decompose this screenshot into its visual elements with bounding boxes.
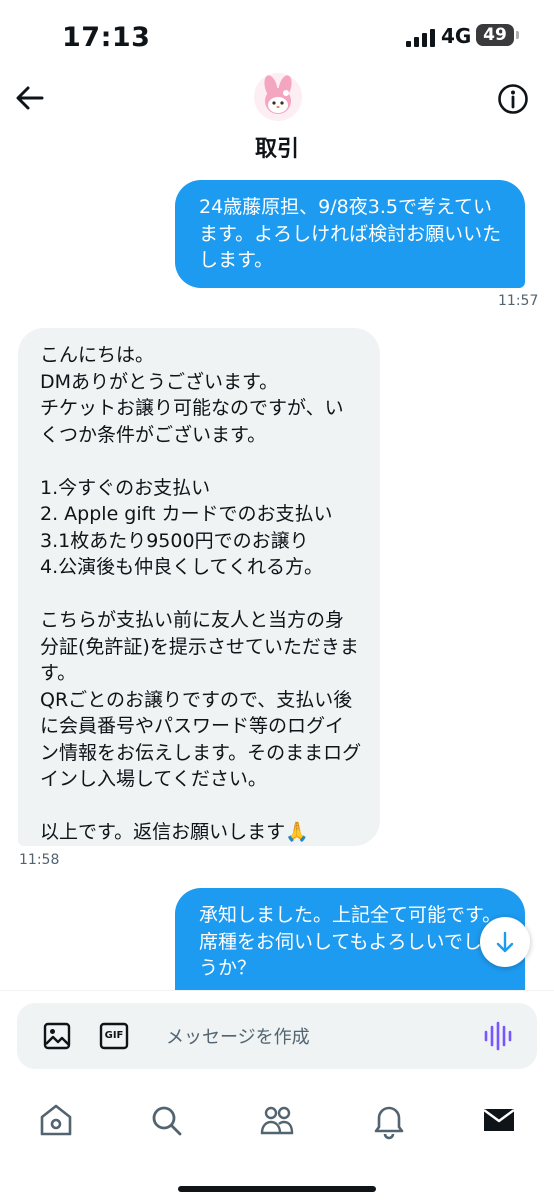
back-arrow-icon[interactable] bbox=[12, 80, 48, 116]
mail-icon[interactable] bbox=[479, 1100, 519, 1140]
network-type: 4G bbox=[441, 24, 472, 48]
conversation-title: 取引 bbox=[254, 137, 299, 162]
battery-level: 49 bbox=[483, 25, 507, 45]
scroll-down-button[interactable] bbox=[480, 917, 530, 967]
status-time: 17:13 bbox=[62, 22, 151, 53]
gif-label: GIF bbox=[104, 1030, 124, 1041]
communities-icon[interactable] bbox=[257, 1100, 297, 1140]
signal-icon bbox=[406, 29, 436, 47]
message-timestamp: 11:58 bbox=[19, 852, 60, 868]
message-input[interactable] bbox=[164, 1020, 468, 1054]
message-bubble-incoming[interactable]: こんにちは。 DMありがとうございます。 チケットお譲り可能なのですが、いくつか… bbox=[18, 328, 380, 846]
bottom-tab-bar bbox=[0, 1082, 554, 1200]
image-icon[interactable] bbox=[42, 1021, 72, 1051]
battery-tip bbox=[516, 31, 519, 39]
status-bar: 17:13 4G 49 bbox=[0, 0, 554, 72]
home-icon[interactable] bbox=[36, 1100, 76, 1140]
message-bubble-outgoing[interactable]: 24歳藤原担、9/8夜3.5で考えています。よろしければ検討お願いいたします。 bbox=[175, 180, 525, 288]
gif-icon[interactable]: GIF bbox=[99, 1021, 129, 1051]
bell-icon[interactable] bbox=[369, 1100, 409, 1140]
search-icon[interactable] bbox=[146, 1100, 186, 1140]
avatar[interactable] bbox=[254, 73, 302, 121]
voice-wave-icon[interactable] bbox=[483, 1020, 513, 1052]
info-icon[interactable] bbox=[496, 82, 530, 116]
message-timestamp: 11:57 bbox=[498, 293, 539, 309]
message-composer: GIF bbox=[17, 1003, 537, 1069]
message-bubble-outgoing[interactable]: 承知しました。上記全て可能です。席種をお伺いしてもよろしいでしょうか？ bbox=[175, 888, 525, 990]
battery-icon: 49 bbox=[476, 24, 514, 46]
arrow-down-icon bbox=[496, 931, 514, 953]
home-indicator bbox=[178, 1186, 376, 1192]
